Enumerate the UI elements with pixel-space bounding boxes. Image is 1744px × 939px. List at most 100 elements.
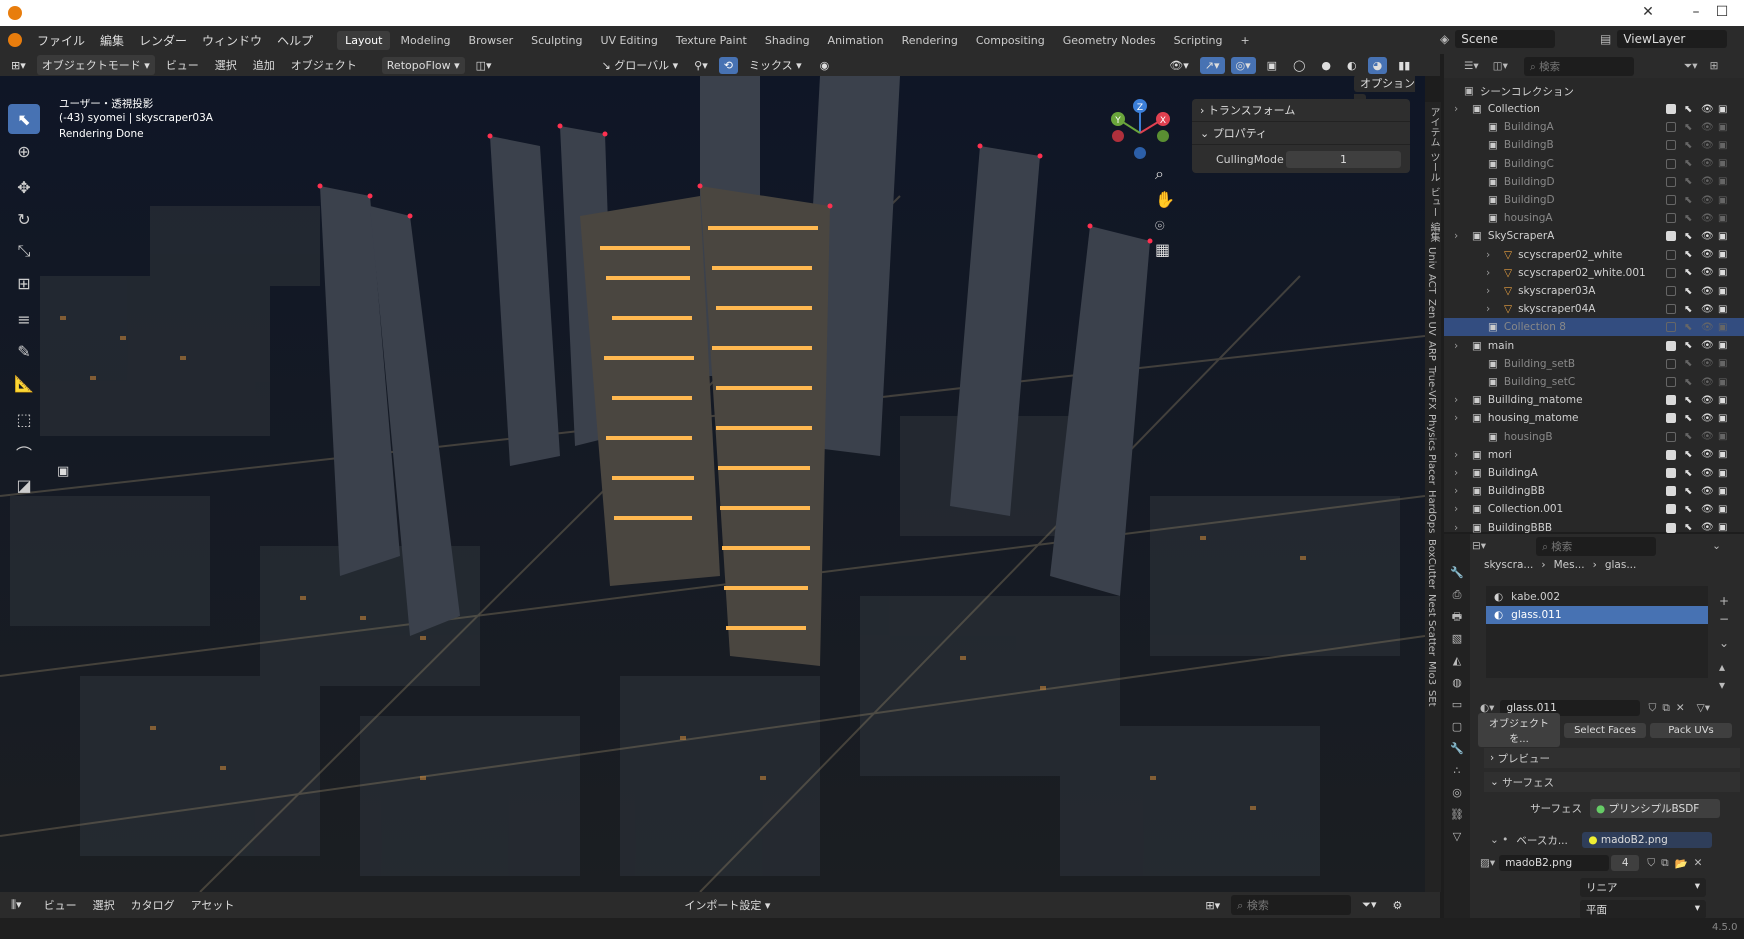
- exclude-checkbox[interactable]: [1666, 395, 1676, 406]
- eye-icon[interactable]: 👁: [1701, 377, 1714, 388]
- tab-compositing[interactable]: Compositing: [968, 31, 1053, 50]
- select-arrow-icon[interactable]: ⬉: [1684, 340, 1692, 351]
- exclude-checkbox[interactable]: [1666, 504, 1676, 515]
- asset-filter-icon[interactable]: ⏷▾: [1357, 896, 1381, 914]
- exclude-checkbox[interactable]: [1666, 267, 1676, 278]
- menu-window[interactable]: ウィンドウ: [202, 32, 262, 49]
- shading-rendered-icon[interactable]: ◕: [1367, 56, 1388, 74]
- snap-icon[interactable]: ⚲▾: [689, 57, 713, 74]
- select-arrow-icon[interactable]: ⬉: [1684, 249, 1692, 260]
- visibility-icon[interactable]: 👁▾: [1164, 57, 1194, 74]
- select-arrow-icon[interactable]: ⬉: [1684, 176, 1692, 187]
- camera-icon[interactable]: ▣: [1718, 158, 1727, 169]
- tab-rendering[interactable]: Rendering: [894, 31, 966, 50]
- camera-icon[interactable]: ▣: [1718, 249, 1727, 260]
- outliner-row[interactable]: ▣ BuildingD ⬉ 👁 ▣: [1444, 173, 1744, 191]
- tab-browser[interactable]: Browser: [461, 31, 522, 50]
- menu-render[interactable]: レンダー: [139, 32, 187, 49]
- select-arrow-icon[interactable]: ⬉: [1684, 449, 1692, 460]
- transform-section[interactable]: › トランスフォーム: [1192, 99, 1410, 122]
- exclude-checkbox[interactable]: [1666, 486, 1676, 497]
- move-slot-down-icon[interactable]: ▾: [1719, 676, 1729, 694]
- outliner-row[interactable]: › ▣ main ⬉ 👁 ▣: [1444, 337, 1744, 355]
- material-slot-selected[interactable]: ◐ glass.011: [1486, 606, 1708, 624]
- view-layer-name[interactable]: ViewLayer: [1617, 30, 1728, 48]
- shading-material-icon[interactable]: ◐: [1342, 57, 1362, 74]
- annotate-tool-icon[interactable]: ≡: [8, 304, 40, 334]
- select-arrow-icon[interactable]: ⬉: [1684, 522, 1692, 533]
- menu-help[interactable]: ヘルプ: [277, 32, 313, 49]
- menu-file[interactable]: ファイル: [37, 32, 85, 49]
- draw-tool-icon[interactable]: ✎: [8, 336, 40, 366]
- eye-icon[interactable]: 👁: [1701, 304, 1714, 315]
- outliner-row[interactable]: ▣ housingB ⬉ 👁 ▣: [1444, 428, 1744, 446]
- pack-uvs-button[interactable]: Pack UVs: [1650, 722, 1732, 738]
- select-arrow-icon[interactable]: ⬉: [1684, 322, 1692, 333]
- exclude-checkbox[interactable]: [1666, 413, 1676, 424]
- eye-icon[interactable]: 👁: [1701, 122, 1714, 133]
- tab-texture-paint[interactable]: Texture Paint: [668, 31, 755, 50]
- eye-icon[interactable]: 👁: [1701, 395, 1714, 406]
- eye-icon[interactable]: 👁: [1701, 231, 1714, 242]
- transform-tool-icon[interactable]: ⊞: [8, 268, 40, 298]
- side-tab-mio3[interactable]: MIo3: [1426, 661, 1437, 685]
- view-layer-selector[interactable]: ▤ ViewLayer: [1600, 30, 1728, 48]
- outliner-search-input[interactable]: ⌕ 検索: [1523, 56, 1634, 76]
- select-arrow-icon[interactable]: ⬉: [1684, 304, 1692, 315]
- eye-icon[interactable]: 👁: [1701, 104, 1714, 115]
- select-arrow-icon[interactable]: ⬉: [1684, 413, 1692, 424]
- expand-arrow-icon[interactable]: ›: [1454, 503, 1466, 515]
- output-tab-icon[interactable]: 🖶: [1448, 608, 1466, 626]
- import-settings-dropdown[interactable]: インポート設定 ▾: [679, 895, 775, 915]
- eye-icon[interactable]: 👁: [1701, 413, 1714, 424]
- expand-arrow-icon[interactable]: ›: [1454, 485, 1466, 497]
- camera-icon[interactable]: ▣: [1718, 322, 1727, 333]
- exclude-checkbox[interactable]: [1666, 468, 1676, 478]
- side-tab-act[interactable]: ACT: [1426, 274, 1437, 294]
- pan-hand-icon[interactable]: ✋: [1155, 190, 1175, 209]
- select-arrow-icon[interactable]: ⬉: [1684, 158, 1692, 169]
- select-arrow-icon[interactable]: ⬉: [1684, 431, 1692, 442]
- minimize-icon[interactable]: –: [1684, 4, 1708, 20]
- eye-icon[interactable]: 👁: [1701, 449, 1714, 460]
- tab-layout[interactable]: Layout: [337, 30, 391, 50]
- remove-slot-icon[interactable]: −: [1719, 610, 1729, 628]
- exclude-checkbox[interactable]: [1666, 377, 1676, 387]
- pivot-icon[interactable]: ◫▾: [471, 57, 497, 74]
- shading-wireframe-icon[interactable]: ◯: [1288, 57, 1310, 74]
- surface-section[interactable]: ⌄ サーフェス: [1484, 772, 1740, 792]
- asset-menu-asset[interactable]: アセット: [186, 895, 240, 915]
- outliner-display-icon[interactable]: ◫▾: [1493, 60, 1508, 72]
- side-tab-nest-scatter[interactable]: Nest Scatter: [1426, 594, 1437, 656]
- image-users-count[interactable]: 4: [1611, 855, 1640, 871]
- eye-icon[interactable]: 👁: [1701, 340, 1714, 351]
- preview-section[interactable]: › プレビュー: [1484, 748, 1740, 768]
- shader-field[interactable]: ● プリンシプルBSDF: [1590, 798, 1720, 818]
- expand-arrow-icon[interactable]: ›: [1486, 285, 1498, 297]
- pause-icon[interactable]: ▮▮: [1393, 57, 1415, 74]
- render-tab-icon[interactable]: ⎙: [1448, 586, 1466, 604]
- exclude-checkbox[interactable]: [1666, 304, 1676, 315]
- expand-arrow-icon[interactable]: ›: [1454, 103, 1466, 115]
- camera-icon[interactable]: ▣: [1718, 195, 1727, 206]
- exclude-checkbox[interactable]: [1666, 213, 1676, 224]
- select-arrow-icon[interactable]: ⬉: [1684, 377, 1692, 388]
- side-tab-item[interactable]: アイテム: [1426, 107, 1441, 147]
- side-tab-set[interactable]: SEt: [1426, 690, 1437, 707]
- camera-icon[interactable]: ▣: [1718, 358, 1727, 369]
- camera-icon[interactable]: ▣: [1718, 267, 1727, 278]
- menu-add[interactable]: 追加: [248, 55, 280, 75]
- image-browse-icon[interactable]: ▨▾: [1480, 857, 1495, 869]
- scene-selector[interactable]: ◈ Scene: [1440, 30, 1556, 48]
- asset-editor-icon[interactable]: ⫼▾: [6, 896, 27, 914]
- exclude-checkbox[interactable]: [1666, 322, 1676, 333]
- editor-type-icon[interactable]: ⊞▾: [6, 57, 31, 74]
- tab-sculpting[interactable]: Sculpting: [523, 31, 590, 50]
- select-arrow-icon[interactable]: ⬉: [1684, 140, 1692, 151]
- outliner-row[interactable]: ▣ Building_setB ⬉ 👁 ▣: [1444, 355, 1744, 373]
- camera-icon[interactable]: ▣: [1718, 122, 1727, 133]
- eye-icon[interactable]: 👁: [1701, 522, 1714, 533]
- material-filter-icon[interactable]: ▽▾: [1697, 702, 1710, 714]
- select-box-tool-icon[interactable]: ⬉: [8, 104, 40, 134]
- overlay-toggle-icon[interactable]: ◎▾: [1230, 56, 1256, 74]
